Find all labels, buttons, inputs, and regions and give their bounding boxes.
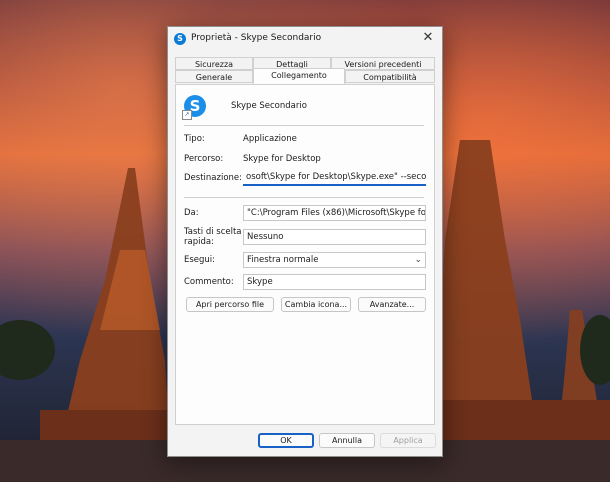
- destinazione-input[interactable]: osoft\Skype for Desktop\Skype.exe" --sec…: [243, 170, 426, 186]
- da-input[interactable]: "C:\Program Files (x86)\Microsoft\Skype …: [243, 205, 426, 221]
- destinazione-text: osoft\Skype for Desktop\Skype.exe" --sec…: [246, 172, 426, 182]
- percorso-value: Skype for Desktop: [243, 154, 321, 164]
- apri-percorso-button[interactable]: Apri percorso file: [186, 297, 274, 312]
- tasti-input[interactable]: Nessuno: [243, 229, 426, 245]
- esegui-text: Finestra normale: [247, 255, 319, 265]
- da-label: Da:: [184, 208, 199, 218]
- esegui-select[interactable]: Finestra normale ⌄: [243, 252, 426, 268]
- tab-compatibilita[interactable]: Compatibilità: [345, 70, 435, 83]
- percorso-label: Percorso:: [184, 154, 224, 164]
- tipo-value: Applicazione: [243, 134, 297, 144]
- applica-button[interactable]: Applica: [380, 433, 436, 448]
- tasti-label-line1: Tasti di scelta: [184, 227, 242, 237]
- ok-button[interactable]: OK: [258, 433, 314, 448]
- shortcut-name: Skype Secondario: [231, 101, 307, 111]
- destinazione-label: Destinazione:: [184, 173, 242, 183]
- avanzate-button[interactable]: Avanzate...: [358, 297, 426, 312]
- cambia-icona-button[interactable]: Cambia icona...: [281, 297, 351, 312]
- commento-text: Skype: [247, 277, 273, 287]
- esegui-label: Esegui:: [184, 255, 216, 265]
- tasti-label-line2: rapida:: [184, 237, 214, 247]
- tab-collegamento[interactable]: Collegamento: [253, 68, 345, 84]
- chevron-down-icon: ⌄: [414, 255, 422, 265]
- skype-icon: S: [174, 33, 186, 45]
- annulla-button[interactable]: Annulla: [319, 433, 375, 448]
- separator: [184, 125, 424, 126]
- tab-versioni-precedenti[interactable]: Versioni precedenti: [331, 57, 435, 70]
- commento-label: Commento:: [184, 277, 234, 287]
- tab-generale[interactable]: Generale: [175, 70, 253, 83]
- title-bar: S Proprietà - Skype Secondario ✕: [168, 27, 442, 51]
- separator: [184, 197, 424, 198]
- commento-input[interactable]: Skype: [243, 274, 426, 290]
- da-text: "C:\Program Files (x86)\Microsoft\Skype …: [247, 208, 426, 218]
- close-icon[interactable]: ✕: [414, 27, 442, 51]
- tab-sicurezza[interactable]: Sicurezza: [175, 57, 253, 70]
- window-title: Proprietà - Skype Secondario: [191, 33, 322, 43]
- properties-dialog: S Proprietà - Skype Secondario ✕ Sicurez…: [167, 26, 443, 457]
- tasti-text: Nessuno: [247, 232, 284, 242]
- tipo-label: Tipo:: [184, 134, 205, 144]
- shortcut-arrow-icon: ↗: [182, 110, 192, 120]
